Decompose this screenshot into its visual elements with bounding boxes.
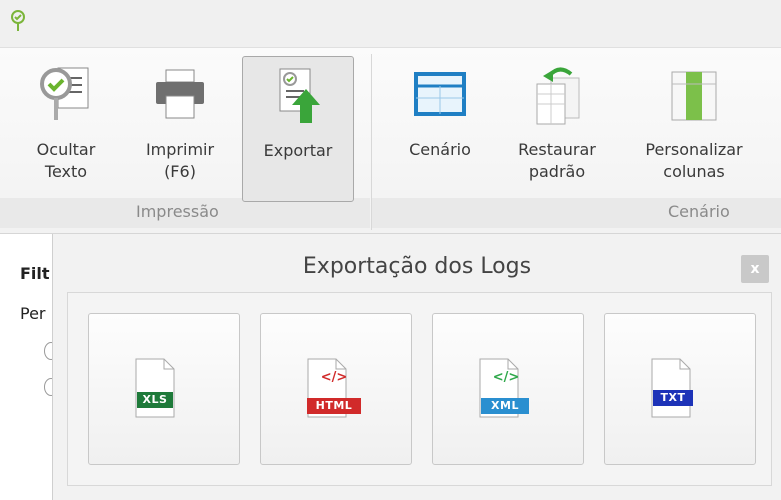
txt-badge: TXT: [653, 390, 693, 406]
close-button[interactable]: x: [741, 255, 769, 283]
scenario-icon: [414, 72, 466, 116]
title-bar: [0, 0, 781, 48]
group-label-cenario: Cenário: [668, 202, 730, 221]
xml-code-glyph: </>: [492, 370, 520, 385]
hide-text-icon: [40, 67, 89, 120]
xls-badge: XLS: [137, 392, 173, 408]
export-txt-button[interactable]: TXT: [604, 313, 756, 465]
export-logs-popup: Exportação dos Logs x XLS </> HTML </> X…: [52, 234, 781, 500]
export-xml-button[interactable]: </> XML: [432, 313, 584, 465]
group-label-impressao: Impressão: [136, 202, 219, 221]
hide-text-label-1: Ocultar: [36, 140, 96, 159]
hide-text-label-2: Texto: [44, 162, 88, 181]
export-button[interactable]: Exportar: [242, 56, 354, 202]
html-badge: HTML: [307, 398, 361, 414]
print-button[interactable]: Imprimir (F6): [130, 56, 230, 196]
scenario-label: Cenário: [409, 140, 471, 159]
ribbon-toolbar: Ocultar Texto Imprimir (F6) Exportar Imp…: [0, 48, 781, 234]
popup-title: Exportação dos Logs: [302, 254, 532, 279]
export-xls-button[interactable]: XLS: [88, 313, 240, 465]
html-code-glyph: </>: [320, 370, 348, 385]
filter-heading: Filt: [20, 264, 50, 283]
export-html-button[interactable]: </> HTML: [260, 313, 412, 465]
printer-icon: [156, 69, 204, 119]
document-icon: [135, 358, 175, 418]
customize-label-2: colunas: [663, 162, 725, 181]
export-label: Exportar: [263, 141, 333, 160]
export-icon: [279, 68, 320, 123]
export-format-list: XLS </> HTML </> XML TXT: [67, 292, 772, 486]
period-label: Per: [20, 304, 46, 323]
customize-label-1: Personalizar: [645, 140, 743, 159]
restore-default-icon: [536, 67, 580, 125]
restore-label-2: padrão: [528, 162, 586, 181]
group-separator: [371, 54, 372, 230]
app-logo-icon: [11, 10, 25, 31]
print-label-1: Imprimir: [145, 140, 215, 159]
scenario-button[interactable]: Cenário: [392, 56, 488, 196]
filter-panel: Filt Per: [0, 234, 58, 500]
document-icon: [651, 358, 691, 418]
customize-columns-icon: [671, 71, 717, 121]
restore-default-button[interactable]: Restaurar padrão: [500, 56, 614, 196]
print-label-2: (F6): [164, 162, 196, 181]
customize-columns-button[interactable]: Personalizar colunas: [628, 56, 760, 196]
hide-text-button[interactable]: Ocultar Texto: [16, 56, 116, 196]
restore-label-1: Restaurar: [518, 140, 596, 159]
xml-badge: XML: [481, 398, 529, 414]
